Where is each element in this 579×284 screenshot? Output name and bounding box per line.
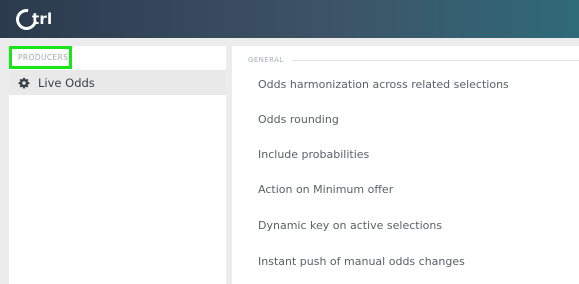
sidebar: PRODUCERS Live Odds (9, 46, 226, 284)
logo-c-icon (11, 4, 42, 34)
settings-panel: GENERAL Odds harmonization across relate… (232, 46, 579, 284)
sidebar-section-label: PRODUCERS (18, 53, 69, 62)
setting-instant-push[interactable]: Instant push of manual odds changes (258, 255, 465, 268)
app-logo[interactable]: trl (11, 4, 52, 34)
top-bar: trl (0, 0, 579, 38)
setting-odds-harmonization[interactable]: Odds harmonization across related select… (258, 78, 509, 91)
setting-odds-rounding[interactable]: Odds rounding (258, 113, 339, 126)
general-section-header: GENERAL (248, 55, 579, 65)
setting-dynamic-key[interactable]: Dynamic key on active selections (258, 219, 442, 232)
gear-icon (18, 77, 30, 89)
setting-action-minimum-offer[interactable]: Action on Minimum offer (258, 183, 393, 196)
general-section-label: GENERAL (248, 56, 284, 64)
setting-include-probabilities[interactable]: Include probabilities (258, 148, 369, 161)
sidebar-section-header: PRODUCERS (9, 46, 72, 69)
section-divider (291, 59, 579, 61)
sidebar-item-label: Live Odds (38, 75, 95, 90)
sidebar-item-live-odds[interactable]: Live Odds (9, 70, 226, 95)
